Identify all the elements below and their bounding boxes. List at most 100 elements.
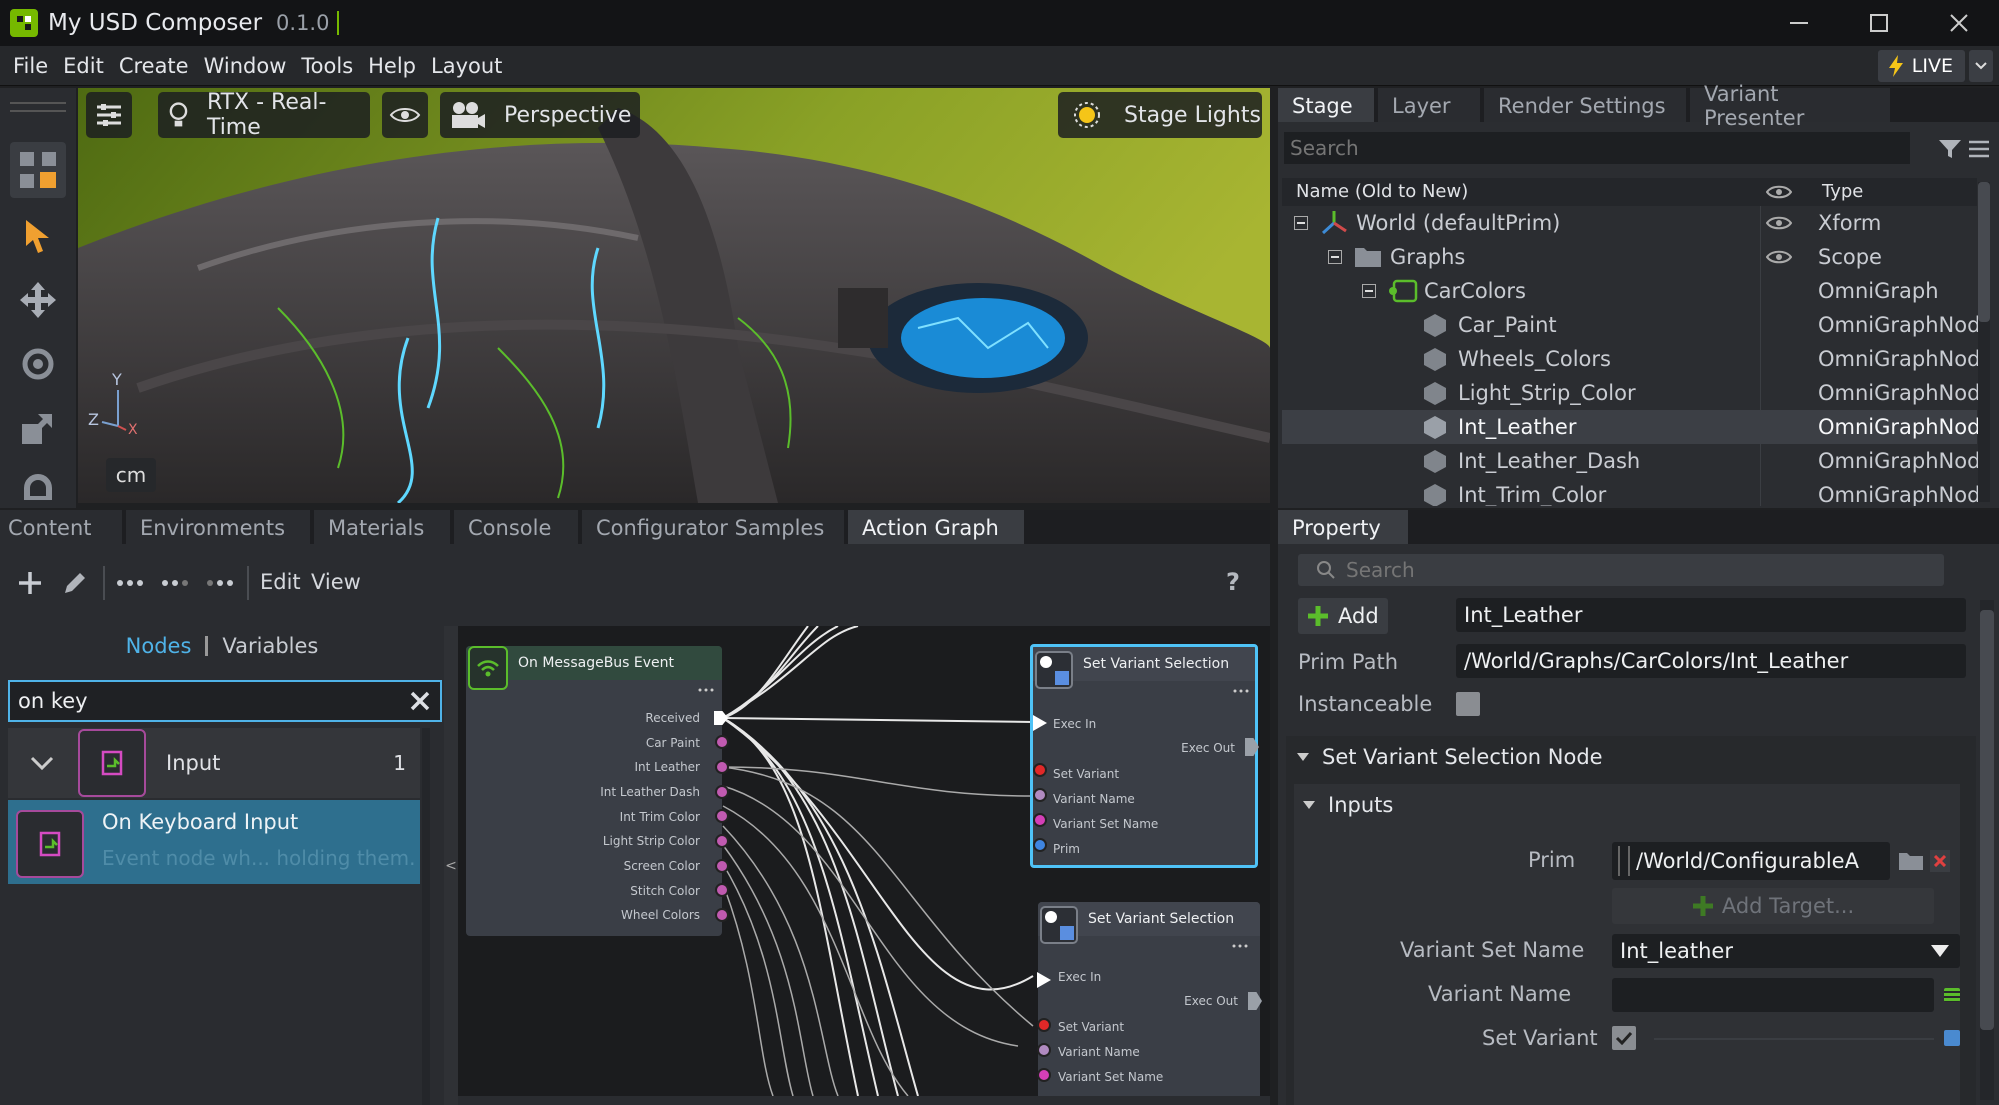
menu-layout[interactable]: Layout (431, 54, 502, 78)
drag-handle-icon[interactable] (1618, 846, 1630, 876)
inputs-header[interactable]: Inputs (1294, 784, 1960, 826)
more-options-icon[interactable] (116, 579, 144, 587)
menu-tools[interactable]: Tools (301, 54, 353, 78)
tab-console[interactable]: Console (454, 510, 578, 544)
tree-row-int-leather-dash[interactable]: Int_Leather_Dash OmniGraphNod (1282, 444, 1978, 478)
prim-name-field[interactable]: Int_Leather (1456, 598, 1966, 632)
node-menu-icon[interactable] (698, 688, 714, 692)
chevron-down-icon[interactable] (30, 756, 54, 770)
graph-view-menu[interactable]: View (311, 570, 361, 594)
tree-row-light-strip-color[interactable]: Light_Strip_Color OmniGraphNod (1282, 376, 1978, 410)
renderer-button[interactable]: RTX - Real-Time (158, 90, 370, 140)
menu-help[interactable]: Help (368, 54, 416, 78)
input-pin[interactable] (1033, 838, 1047, 852)
output-pin[interactable] (715, 908, 729, 922)
collapse-library-button[interactable]: < (444, 626, 458, 1105)
add-graph-icon[interactable] (17, 570, 43, 596)
maximize-button[interactable] (1839, 0, 1919, 46)
tab-stage[interactable]: Stage (1278, 88, 1374, 122)
input-pin[interactable] (1033, 763, 1047, 777)
tree-row-car-paint[interactable]: Car_Paint OmniGraphNod (1282, 308, 1978, 342)
menu-create[interactable]: Create (119, 54, 189, 78)
visibility-button[interactable] (382, 92, 428, 138)
tab-environments[interactable]: Environments (126, 510, 310, 544)
property-search-input[interactable] (1336, 555, 1944, 585)
snap-tool-button[interactable] (10, 460, 66, 500)
stage-lights-button[interactable]: Stage Lights (1058, 92, 1262, 138)
edit-graph-icon[interactable] (62, 570, 88, 596)
tab-property[interactable]: Property (1278, 510, 1408, 544)
input-pin[interactable] (1037, 1068, 1051, 1082)
section-header[interactable]: Set Variant Selection Node (1286, 736, 1976, 778)
tree-row-wheels-colors[interactable]: Wheels_Colors OmniGraphNod (1282, 342, 1978, 376)
node-search-input[interactable] (10, 683, 410, 719)
tab-materials[interactable]: Materials (314, 510, 450, 544)
col-name-header[interactable]: Name (Old to New) (1296, 181, 1468, 202)
tab-layer[interactable]: Layer (1378, 88, 1480, 122)
output-pin[interactable] (715, 785, 729, 799)
folder-browse-icon[interactable] (1898, 850, 1924, 872)
scale-tool-button[interactable] (10, 400, 66, 456)
visibility-icon[interactable] (1766, 249, 1792, 265)
graph-options-icon[interactable] (161, 579, 189, 587)
tree-row-int-trim-color[interactable]: Int_Trim_Color OmniGraphNod (1282, 478, 1978, 506)
node-on-messagebus-event[interactable]: On MessageBus Event Received Car Paint I… (466, 646, 722, 936)
input-pin[interactable] (1033, 788, 1047, 802)
layout-options-icon[interactable] (206, 579, 234, 587)
stage-search-input[interactable] (1284, 132, 1910, 164)
collapse-icon[interactable] (1294, 216, 1308, 230)
visibility-icon[interactable] (1766, 215, 1792, 231)
tab-render-settings[interactable]: Render Settings (1484, 88, 1686, 122)
tab-configurator-samples[interactable]: Configurator Samples (582, 510, 844, 544)
tree-row-int-leather[interactable]: Int_Leather OmniGraphNod (1282, 410, 1978, 444)
collapse-icon[interactable] (1328, 250, 1342, 264)
prim-target-value[interactable]: /World/ConfigurableA (1636, 849, 1864, 873)
property-scrollbar[interactable] (1980, 600, 1994, 1100)
menu-edit[interactable]: Edit (63, 54, 104, 78)
viewport[interactable]: RTX - Real-Time Perspective Stage Lights… (78, 88, 1270, 503)
close-button[interactable] (1919, 0, 1999, 46)
tab-variables[interactable]: Variables (222, 634, 318, 658)
select-tool-button[interactable] (10, 208, 66, 264)
tab-nodes[interactable]: Nodes (126, 634, 192, 658)
viewport-settings-button[interactable] (86, 92, 132, 138)
move-tool-button[interactable] (10, 272, 66, 328)
stage-scrollbar[interactable] (1978, 182, 1990, 502)
node-menu-icon[interactable] (1233, 689, 1249, 693)
help-button[interactable]: ? (1226, 568, 1240, 596)
output-pin[interactable] (715, 735, 729, 749)
node-result-on-keyboard-input[interactable]: On Keyboard Input Event node wh... holdi… (8, 800, 420, 884)
clear-search-icon[interactable] (410, 691, 430, 711)
node-menu-icon[interactable] (1232, 944, 1248, 948)
select-mode-button[interactable] (10, 142, 66, 198)
camera-button[interactable]: Perspective (440, 92, 640, 138)
graph-canvas[interactable]: On MessageBus Event Received Car Paint I… (458, 626, 1270, 1096)
menu-window[interactable]: Window (204, 54, 287, 78)
minimize-button[interactable] (1759, 0, 1839, 46)
filter-icon[interactable] (1938, 138, 1962, 160)
set-variant-checkbox[interactable] (1612, 1026, 1636, 1050)
prim-path-field[interactable]: /World/Graphs/CarColors/Int_Leather (1456, 644, 1966, 678)
output-pin[interactable] (715, 760, 729, 774)
tree-row-carcolors[interactable]: CarColors OmniGraph (1282, 274, 1977, 308)
input-pin[interactable] (1033, 813, 1047, 827)
live-dropdown-button[interactable] (1969, 49, 1993, 82)
node-set-variant-selection-2[interactable]: Set Variant Selection Exec In Exec Out S… (1038, 902, 1260, 1096)
col-type-header[interactable]: Type (1822, 181, 1863, 202)
tab-content[interactable]: Content (0, 510, 122, 544)
output-pin[interactable] (715, 859, 729, 873)
live-button[interactable]: LIVE (1877, 49, 1965, 82)
tree-row-world[interactable]: World (defaultPrim) Xform (1282, 206, 1977, 240)
tab-action-graph[interactable]: Action Graph (848, 510, 1024, 544)
collapse-icon[interactable] (1362, 284, 1376, 298)
rotate-tool-button[interactable] (10, 336, 66, 392)
input-pin[interactable] (1037, 1018, 1051, 1032)
output-pin[interactable] (715, 883, 729, 897)
hamburger-menu-icon[interactable] (1968, 139, 1990, 159)
add-button[interactable]: Add (1298, 598, 1388, 634)
output-pin[interactable] (715, 809, 729, 823)
category-input[interactable]: Input 1 (8, 728, 420, 798)
variant-set-name-dropdown[interactable]: Int_leather (1612, 934, 1960, 968)
node-set-variant-selection-1[interactable]: Set Variant Selection Exec In Exec Out S… (1030, 644, 1258, 868)
variant-name-field[interactable] (1612, 978, 1934, 1012)
